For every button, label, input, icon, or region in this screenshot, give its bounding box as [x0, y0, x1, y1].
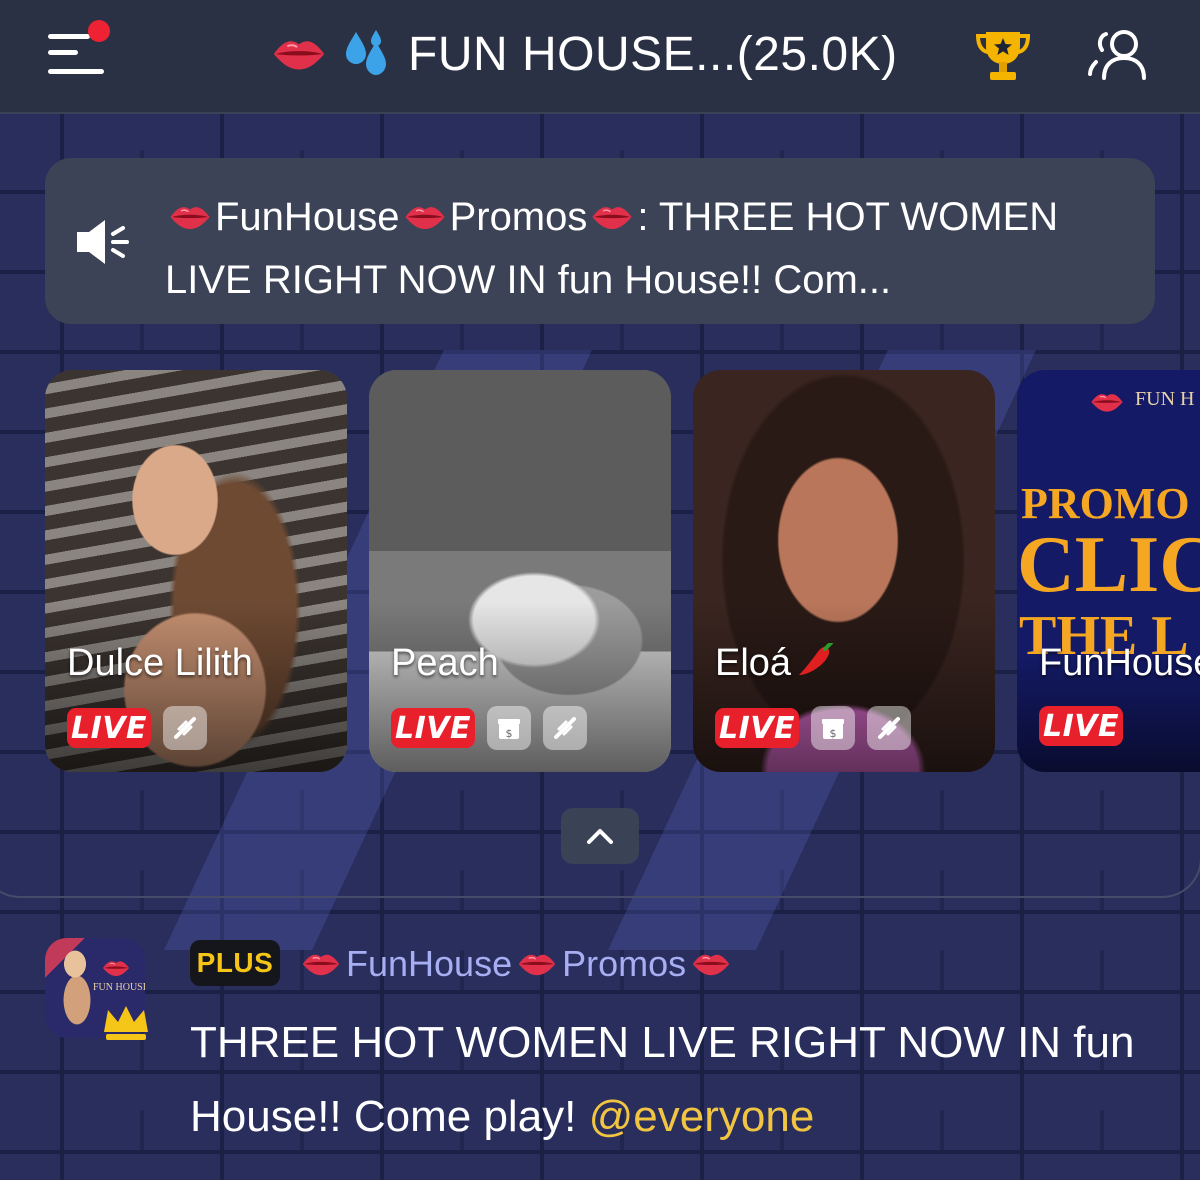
announcement-author-part: Promos: [449, 195, 588, 239]
announcement-banner[interactable]: FunHouse Promos: THREE HOT WOMEN LIVE RIG…: [45, 158, 1155, 324]
collapse-button[interactable]: [561, 808, 639, 864]
lips-icon: [101, 958, 131, 978]
audio-off-icon: [867, 706, 911, 750]
audio-off-icon: [163, 706, 207, 750]
lips-icon: [688, 950, 734, 978]
channel-title[interactable]: FUN HOUSE...(25.0K): [270, 22, 898, 86]
members-button[interactable]: [1086, 26, 1150, 82]
announcement-author-part: FunHouse: [215, 195, 400, 239]
lips-icon: [165, 202, 215, 232]
trophy-icon: [975, 32, 1031, 80]
thumb-click-text: CLIC: [1017, 521, 1200, 609]
stream-card[interactable]: Dulce Lilith LIVE: [45, 370, 347, 772]
stream-card[interactable]: Eloá LIVE $: [693, 370, 995, 772]
audio-off-icon: [543, 706, 587, 750]
chat-message[interactable]: FUN HOUSE PLUS FunHouse Promos THREE HOT …: [0, 930, 1200, 1180]
streamer-name: Peach: [391, 642, 499, 684]
svg-text:$: $: [506, 727, 513, 740]
chevron-up-icon: [587, 829, 613, 844]
gift-icon: $: [487, 706, 531, 750]
lips-icon: [400, 202, 450, 232]
announcement-text: FunHouse Promos: THREE HOT WOMEN LIVE RIG…: [165, 186, 1125, 312]
plus-badge: PLUS: [190, 940, 280, 986]
avatar-brand-text: FUN HOUSE: [93, 982, 145, 993]
crown-icon: [104, 1006, 148, 1040]
gift-icon: $: [811, 706, 855, 750]
members-icon: [1088, 30, 1146, 80]
live-badge: LIVE: [715, 708, 799, 748]
lips-icon: [270, 34, 328, 74]
streamer-name: Dulce Lilith: [67, 642, 253, 684]
speaker-icon: [77, 220, 129, 264]
lips-icon: [298, 950, 344, 978]
live-badge: LIVE: [67, 708, 151, 748]
channel-title-text: FUN HOUSE...(25.0K): [408, 27, 898, 81]
message-author[interactable]: FunHouse Promos: [296, 940, 736, 988]
live-badge: LIVE: [391, 708, 475, 748]
notification-dot: [88, 20, 110, 42]
live-streams-carousel[interactable]: Dulce Lilith LIVE Peach LIVE $ Eloá LIVE: [45, 370, 1200, 772]
thumb-brand-text: FUN H: [1135, 388, 1195, 410]
svg-text:$: $: [830, 727, 837, 740]
stream-card[interactable]: Peach LIVE $: [369, 370, 671, 772]
author-name-part: FunHouse: [346, 943, 513, 984]
lips-icon: [587, 202, 637, 232]
stream-card[interactable]: FUN H PROMO CLIC THE L FunHouse LIVE: [1017, 370, 1200, 772]
live-badge: LIVE: [1039, 706, 1123, 746]
lips-icon: [1089, 390, 1125, 414]
author-name-part: Promos: [562, 943, 687, 984]
trophy-button[interactable]: [972, 24, 1034, 86]
streamer-name: FunHouse: [1039, 642, 1200, 684]
menu-button[interactable]: [44, 20, 110, 82]
lips-icon: [514, 950, 560, 978]
droplets-icon: [342, 28, 394, 80]
mention-link[interactable]: @everyone: [589, 1092, 815, 1141]
message-text: THREE HOT WOMEN LIVE RIGHT NOW IN fun Ho…: [190, 1006, 1170, 1154]
streamer-name: Eloá: [715, 641, 835, 685]
header-bar: FUN HOUSE...(25.0K): [0, 0, 1200, 114]
chili-icon: [795, 641, 835, 679]
